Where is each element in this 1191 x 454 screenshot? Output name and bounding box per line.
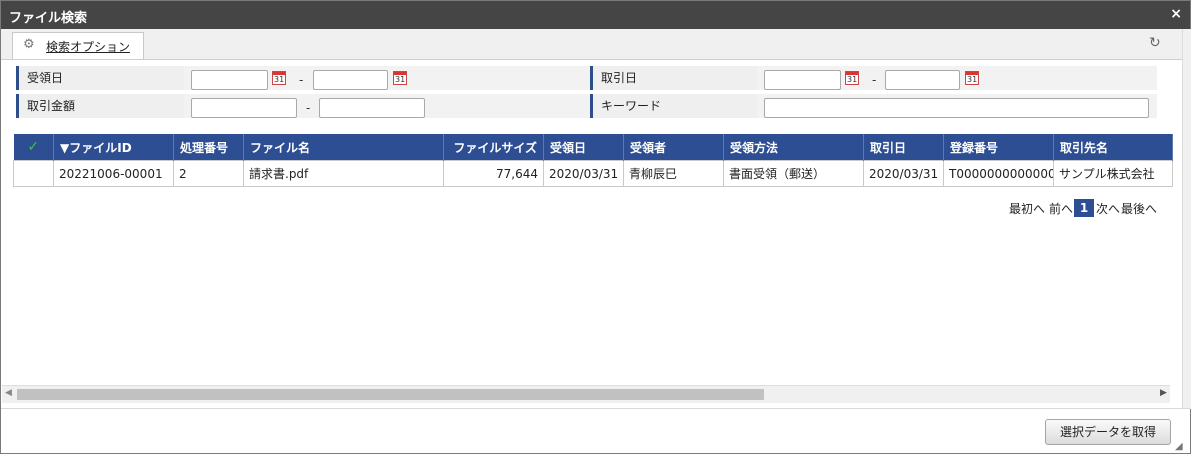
cell-process-number: 2 xyxy=(173,160,244,187)
refresh-icon[interactable]: ↻ xyxy=(1149,35,1161,51)
pager-next[interactable]: 次へ xyxy=(1096,200,1120,217)
column-header[interactable]: 処理番号 xyxy=(173,134,244,161)
select-all-checkbox[interactable]: ✓ xyxy=(13,134,54,161)
amount-label: 取引金額 xyxy=(16,94,184,118)
scroll-left-arrow-icon[interactable]: ◀ xyxy=(5,388,12,398)
horizontal-scrollbar[interactable]: ◀ ▶ xyxy=(2,385,1170,403)
column-header[interactable]: ▼ファイルID xyxy=(53,134,174,161)
cell-registration-number: T0000000000000 xyxy=(943,160,1054,187)
calendar-icon[interactable]: 31 xyxy=(272,71,286,85)
calendar-day: 31 xyxy=(847,75,858,84)
received-date-to-input[interactable] xyxy=(313,70,388,90)
gear-icon: ⚙ xyxy=(23,37,35,52)
column-header[interactable]: 取引日 xyxy=(863,134,944,161)
tab-bar: ⚙ 検索オプション ↻ xyxy=(1,29,1182,60)
row-select-checkbox[interactable] xyxy=(13,160,54,187)
column-header[interactable]: 取引先名 xyxy=(1053,134,1173,161)
keyword-label: キーワード xyxy=(590,94,757,118)
received-date-from-input[interactable] xyxy=(191,70,268,90)
cell-receipt-method: 書面受領（郵送） xyxy=(723,160,864,187)
column-header[interactable]: ファイル名 xyxy=(243,134,444,161)
calendar-day: 31 xyxy=(395,75,406,84)
calendar-icon[interactable]: 31 xyxy=(393,71,407,85)
cell-file-name: 請求書.pdf xyxy=(243,160,444,187)
resize-grip-icon[interactable]: ◢ xyxy=(1175,441,1183,452)
keyword-input[interactable] xyxy=(764,98,1149,118)
transaction-date-from-input[interactable] xyxy=(764,70,841,90)
cell-transaction-date: 2020/03/31 xyxy=(863,160,944,187)
search-row-1 xyxy=(16,66,1157,90)
amount-to-input[interactable] xyxy=(319,98,425,118)
transaction-date-label: 取引日 xyxy=(590,66,757,90)
range-separator: - xyxy=(306,101,311,115)
column-header[interactable]: ファイルサイズ xyxy=(443,134,544,161)
table-row[interactable]: 20221006-00001 2 請求書.pdf 77,644 2020/03/… xyxy=(13,160,1173,187)
cell-received-date: 2020/03/31 xyxy=(543,160,624,187)
check-icon: ✓ xyxy=(27,139,40,155)
column-header[interactable]: 受領日 xyxy=(543,134,624,161)
tab-search-options[interactable]: ⚙ 検索オプション xyxy=(12,32,144,59)
transaction-date-to-input[interactable] xyxy=(885,70,960,90)
scrollbar-thumb[interactable] xyxy=(17,389,764,400)
dialog-title: ファイル検索 xyxy=(9,11,88,26)
calendar-icon[interactable]: 31 xyxy=(845,71,859,85)
cell-file-size: 77,644 xyxy=(443,160,544,187)
results-table: ✓ ▼ファイルID 処理番号 ファイル名 ファイルサイズ 受領日 受領者 受領方… xyxy=(13,134,1173,187)
scroll-right-arrow-icon[interactable]: ▶ xyxy=(1160,388,1167,398)
file-search-dialog: ファイル検索 × ⚙ 検索オプション ↻ 受領日 31 - 31 取引日 31 … xyxy=(0,0,1191,454)
pager-last[interactable]: 最後へ xyxy=(1121,200,1157,217)
column-header[interactable]: 登録番号 xyxy=(943,134,1054,161)
title-bar: ファイル検索 × xyxy=(1,1,1190,29)
received-date-label: 受領日 xyxy=(16,66,184,90)
tab-label[interactable]: 検索オプション xyxy=(46,38,130,55)
footer-divider xyxy=(1,408,1190,409)
pager-prev[interactable]: 前へ xyxy=(1049,200,1073,217)
cell-file-id: 20221006-00001 xyxy=(53,160,174,187)
cell-partner-name: サンプル株式会社 xyxy=(1053,160,1173,187)
get-selected-data-button[interactable]: 選択データを取得 xyxy=(1045,419,1171,445)
amount-from-input[interactable] xyxy=(191,98,297,118)
column-header[interactable]: 受領方法 xyxy=(723,134,864,161)
range-separator: - xyxy=(872,73,877,87)
vertical-scrollbar[interactable] xyxy=(1182,29,1191,409)
close-icon[interactable]: × xyxy=(1170,6,1182,22)
pager-current-page[interactable]: 1 xyxy=(1074,199,1094,217)
calendar-icon[interactable]: 31 xyxy=(965,71,979,85)
calendar-day: 31 xyxy=(967,75,978,84)
pager-first[interactable]: 最初へ xyxy=(1009,200,1045,217)
cell-receiver: 青柳辰巳 xyxy=(623,160,724,187)
column-header[interactable]: 受領者 xyxy=(623,134,724,161)
calendar-day: 31 xyxy=(274,75,285,84)
range-separator: - xyxy=(299,73,304,87)
table-header-row: ✓ ▼ファイルID 処理番号 ファイル名 ファイルサイズ 受領日 受領者 受領方… xyxy=(13,134,1173,161)
